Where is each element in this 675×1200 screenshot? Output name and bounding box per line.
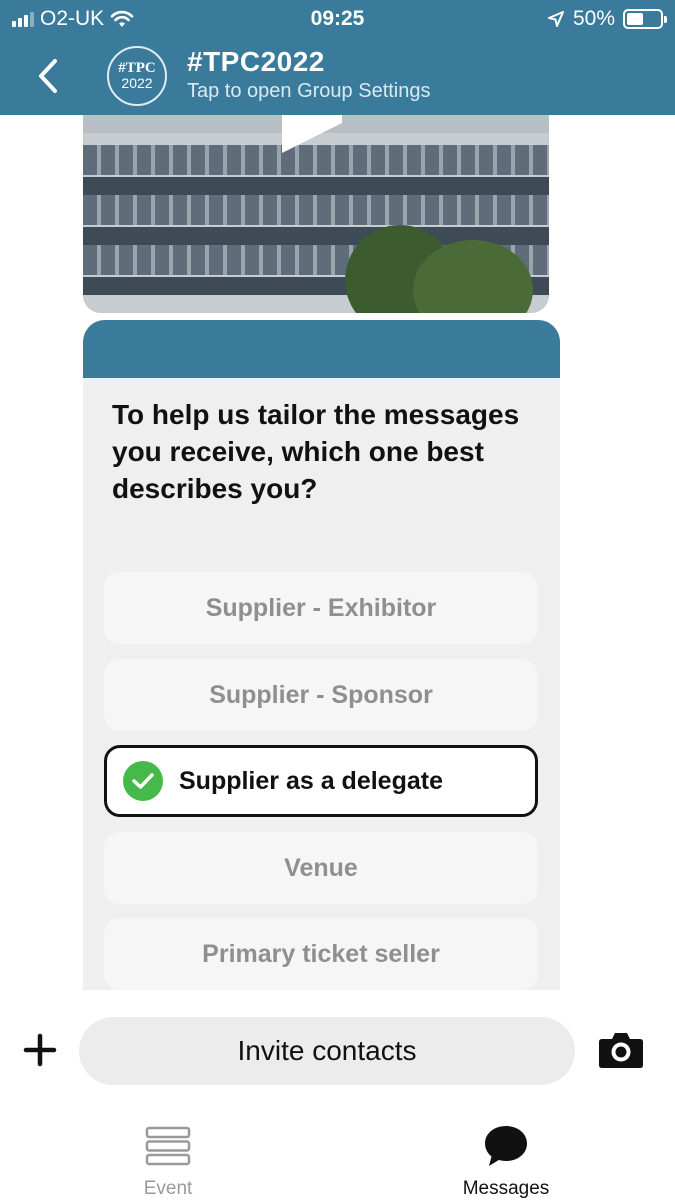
option-label: Supplier - Exhibitor	[205, 593, 437, 622]
status-bar: O2-UK 09:25 50%	[0, 0, 675, 38]
option-button[interactable]: Primary ticket seller	[104, 918, 538, 990]
play-icon[interactable]	[282, 115, 342, 155]
group-avatar-line2: 2022	[121, 75, 153, 91]
battery-icon	[623, 9, 667, 29]
back-button[interactable]	[28, 54, 68, 98]
question-text: To help us tailor the messages you recei…	[112, 399, 520, 504]
group-avatar-line1: #TPC	[118, 60, 156, 76]
invite-contacts-label: Invite contacts	[237, 1035, 417, 1066]
option-label: Primary ticket seller	[202, 939, 440, 968]
chat-bubble-icon	[482, 1123, 530, 1168]
group-title[interactable]: #TPC2022	[187, 46, 325, 78]
group-avatar[interactable]: #TPC 2022	[107, 46, 167, 106]
tab-messages-label: Messages	[462, 1178, 550, 1199]
location-arrow-icon	[547, 11, 564, 27]
list-icon	[144, 1123, 192, 1168]
group-settings-link[interactable]: Tap to open Group Settings	[187, 80, 431, 103]
plus-icon[interactable]	[22, 1030, 58, 1070]
question-card: To help us tailor the messages you recei…	[83, 320, 560, 990]
tab-messages[interactable]: Messages	[406, 1105, 606, 1200]
checkmark-icon	[123, 761, 163, 801]
app-header: O2-UK 09:25 50% #TPC 2022 #TPC2022 Tap t…	[0, 0, 675, 115]
tab-bar: Event Messages	[0, 1105, 675, 1200]
video-thumbnail[interactable]	[83, 115, 549, 313]
option-label: Supplier - Sponsor	[209, 680, 433, 709]
tab-event[interactable]: Event	[68, 1105, 268, 1200]
option-label: Supplier as a delegate	[179, 766, 443, 795]
option-button[interactable]: Supplier - Sponsor	[104, 659, 538, 731]
invite-contacts-button[interactable]: Invite contacts	[79, 1017, 575, 1085]
option-button-selected[interactable]: Supplier as a delegate	[104, 745, 538, 817]
tab-event-label: Event	[143, 1178, 193, 1199]
battery-group: 50%	[547, 7, 667, 31]
option-button[interactable]: Venue	[104, 832, 538, 904]
card-header	[83, 320, 560, 378]
battery-percent: 50%	[572, 7, 615, 30]
option-label: Venue	[284, 853, 358, 882]
chevron-left-icon	[39, 59, 57, 93]
option-button[interactable]: Supplier - Exhibitor	[104, 572, 538, 644]
camera-icon[interactable]	[598, 1030, 644, 1070]
